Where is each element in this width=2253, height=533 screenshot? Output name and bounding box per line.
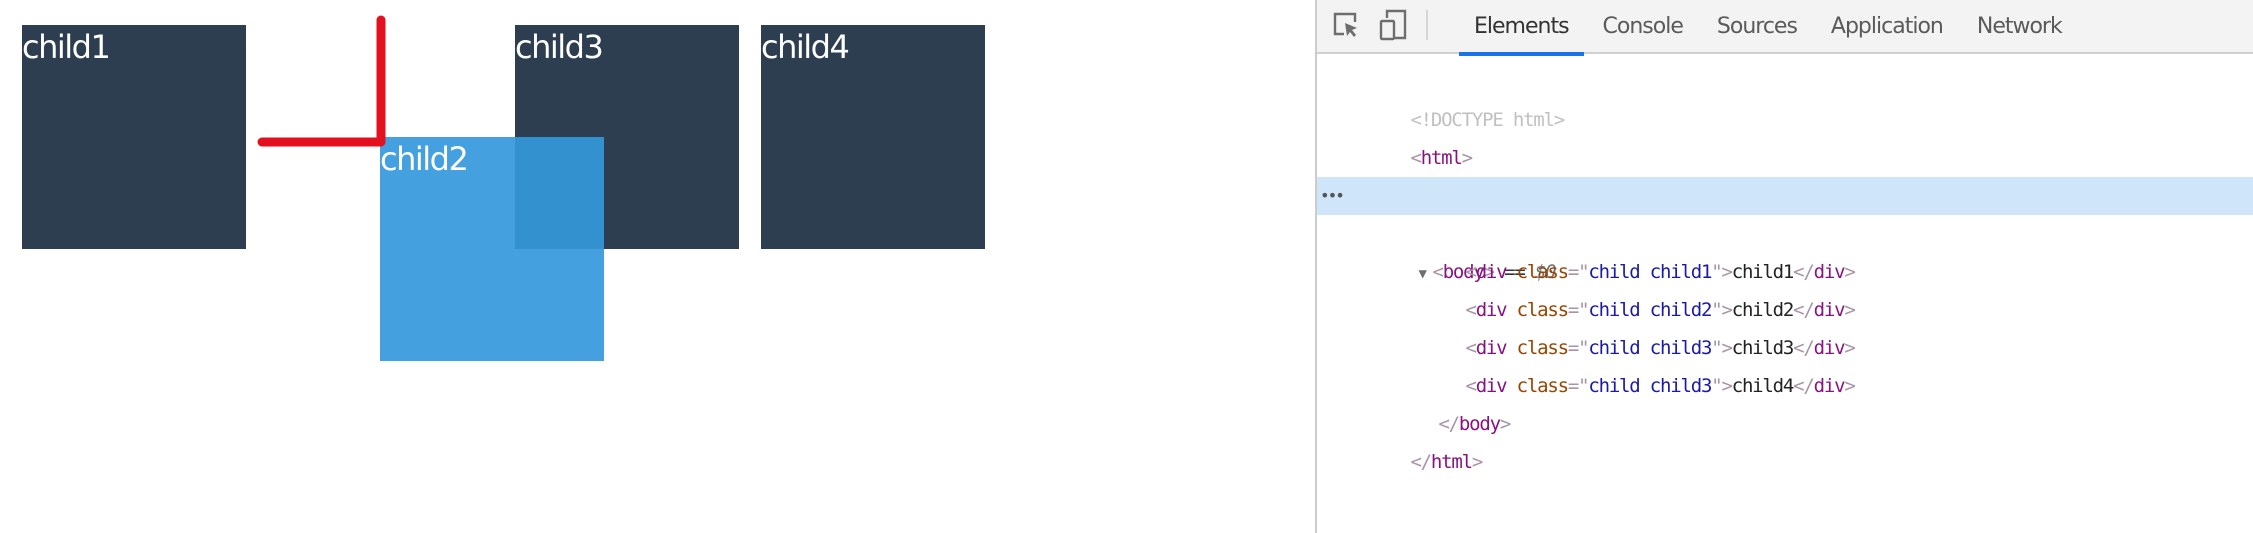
dom-node-div[interactable]: <div class="child child1">child1</div> xyxy=(1317,215,2253,283)
child2-label: child2 xyxy=(380,140,469,178)
tab-network[interactable]: Network xyxy=(1960,0,2079,54)
page-viewport: child1 child3 child4 child2 xyxy=(0,0,1315,533)
child4-box[interactable]: child4 xyxy=(761,25,985,249)
tab-console[interactable]: Console xyxy=(1586,0,1700,54)
dom-tree: <!DOCTYPE html> <html> ▶<head>…</head> •… xyxy=(1317,63,2253,473)
devtools-tabs: Elements Console Sources Application Net… xyxy=(1457,0,2079,56)
tab-application[interactable]: Application xyxy=(1814,0,1960,54)
child1-label: child1 xyxy=(22,28,111,66)
child2-box[interactable]: child2 xyxy=(380,137,604,361)
dom-node-doctype[interactable]: <!DOCTYPE html> xyxy=(1317,63,2253,131)
dom-node-head[interactable]: ▶<head>…</head> xyxy=(1317,139,2253,207)
child1-box[interactable]: child1 xyxy=(22,25,246,249)
child4-label: child4 xyxy=(761,28,850,66)
annotation-l-shape xyxy=(257,15,386,147)
more-options-icon[interactable]: ••• xyxy=(1320,177,1345,215)
dom-node-div[interactable]: <div class="child child2">child2</div> xyxy=(1317,253,2253,321)
dom-node-html-close[interactable]: </html> xyxy=(1317,405,2253,473)
dom-node-div[interactable]: <div class="child child3">child4</div> xyxy=(1317,329,2253,397)
devtools-panel: Elements Console Sources Application Net… xyxy=(1315,0,2253,533)
dom-node-html[interactable]: <html> xyxy=(1317,101,2253,169)
device-toolbar-icon[interactable] xyxy=(1377,8,1411,42)
dom-node-body[interactable]: ••• ▼ <body> == $0 xyxy=(1317,177,2253,283)
tab-sources[interactable]: Sources xyxy=(1700,0,1814,54)
dom-node-body-close[interactable]: </body> xyxy=(1317,367,2253,435)
devtools-toolbar: Elements Console Sources Application Net… xyxy=(1317,0,2253,56)
inspect-element-icon[interactable] xyxy=(1329,8,1363,42)
tab-elements[interactable]: Elements xyxy=(1457,0,1586,56)
dom-node-div[interactable]: <div class="child child3">child3</div> xyxy=(1317,291,2253,359)
child3-label: child3 xyxy=(515,28,604,66)
toolbar-separator xyxy=(1426,10,1428,40)
